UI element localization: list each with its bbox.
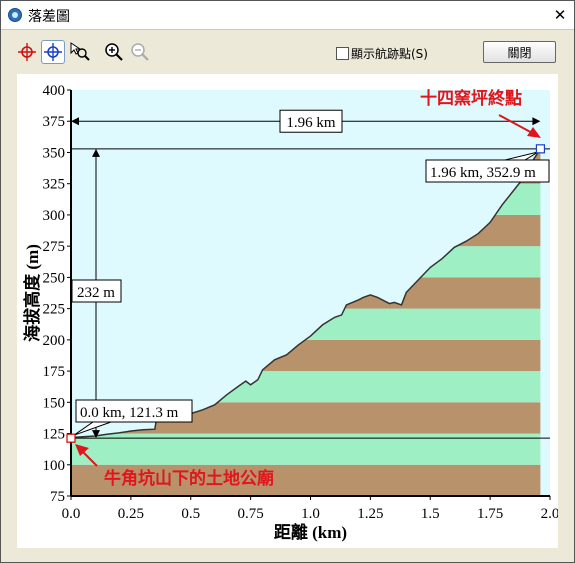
start-point-marker xyxy=(66,433,76,443)
toolbar: 顯示航跡點(S) 關閉 xyxy=(1,30,574,74)
y-tick-label: 75 xyxy=(50,489,65,505)
zoom-cursor-icon[interactable] xyxy=(68,40,92,64)
y-tick-label: 275 xyxy=(43,239,66,255)
end-point-marker xyxy=(535,144,546,154)
elevation-chart: 75 100 125 150 175 200 225 250 275 300 325 350 375 40… xyxy=(17,74,559,548)
y-tick-label: 400 xyxy=(43,83,66,99)
zoom-in-icon[interactable] xyxy=(102,40,126,64)
app-icon xyxy=(8,8,22,22)
profile-window: 落差圖 ✕ 顯示航跡點(S) 關閉 75 100 125 150 175 200… xyxy=(0,0,575,563)
window-title: 落差圖 xyxy=(28,9,70,25)
start-callout-label: 0.0 km, 121.3 m xyxy=(80,405,179,421)
x-tick-label: 1.25 xyxy=(357,506,383,522)
y-tick-label: 250 xyxy=(43,270,66,286)
x-tick-label: 1.75 xyxy=(477,506,503,522)
crosshair-blue-icon[interactable] xyxy=(41,40,65,64)
close-button[interactable]: 關閉 xyxy=(483,41,556,63)
end-callout-label: 1.96 km, 352.9 m xyxy=(430,165,536,181)
y-tick-label: 200 xyxy=(43,333,66,349)
x-tick-label: 0.75 xyxy=(238,506,264,522)
y-tick-label: 100 xyxy=(43,458,66,474)
distance-label: 1.96 km xyxy=(286,115,336,131)
y-tick-label: 225 xyxy=(43,302,66,318)
crosshair-red-icon[interactable] xyxy=(15,40,39,64)
elevation-chart-svg: 75 100 125 150 175 200 225 250 275 300 325 350 375 40… xyxy=(22,83,559,542)
y-tick-label: 125 xyxy=(43,427,66,443)
close-icon[interactable]: ✕ xyxy=(552,7,568,23)
x-axis-title: 距離 (km) xyxy=(274,522,347,542)
y-tick-label: 350 xyxy=(43,145,66,161)
x-tick-label: 0.25 xyxy=(118,506,144,522)
x-tick-label: 1.0 xyxy=(301,506,320,522)
y-tick-label: 175 xyxy=(43,364,66,380)
x-tick-label: 1.5 xyxy=(421,506,440,522)
y-tick-label: 325 xyxy=(43,177,66,193)
show-points-label: 顯示航跡點(S) xyxy=(351,47,428,61)
x-tick-label: 2.0 xyxy=(541,506,558,522)
x-tick-label: 0.0 xyxy=(62,506,81,522)
climb-label: 232 m xyxy=(77,285,115,301)
end-annotation: 十四窯坪終點 xyxy=(420,88,522,108)
start-annotation: 牛角坑山下的土地公廟 xyxy=(104,468,274,488)
checkbox-box[interactable] xyxy=(336,47,349,60)
y-tick-label: 300 xyxy=(43,208,66,224)
show-points-checkbox[interactable]: 顯示航跡點(S) xyxy=(336,45,428,62)
y-tick-label: 150 xyxy=(43,395,66,411)
title-bar: 落差圖 ✕ xyxy=(1,1,574,30)
y-tick-label: 375 xyxy=(43,114,66,130)
zoom-out-icon[interactable] xyxy=(128,40,152,64)
y-axis-title: 海拔高度 (m) xyxy=(22,244,42,342)
x-tick-label: 0.5 xyxy=(181,506,200,522)
